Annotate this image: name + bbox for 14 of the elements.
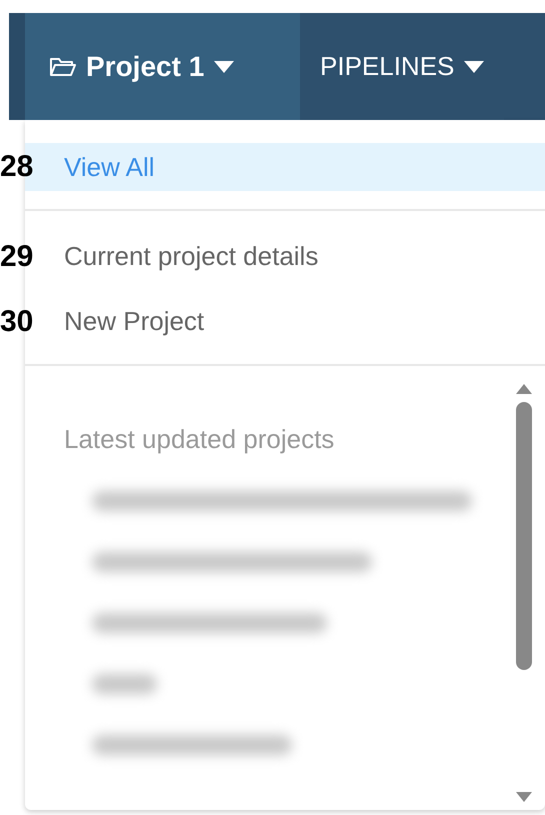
blurred-project-name[interactable] — [92, 491, 472, 511]
annotation-number: 30 — [0, 304, 34, 338]
blurred-project-name[interactable] — [92, 552, 372, 572]
caret-icon — [464, 60, 484, 72]
blurred-project-name[interactable] — [92, 674, 157, 694]
caret-icon — [214, 60, 234, 72]
annotation-number: 29 — [0, 240, 34, 274]
folder-icon — [50, 56, 76, 76]
blurred-project-name[interactable] — [92, 613, 327, 633]
section-title: Latest updated projects — [64, 424, 336, 455]
down-arrow-icon[interactable] — [516, 792, 532, 802]
blurred-project-name[interactable] — [92, 735, 292, 755]
nav-tab[interactable]: Project 1 — [25, 13, 300, 120]
up-arrow-icon[interactable] — [516, 384, 532, 394]
